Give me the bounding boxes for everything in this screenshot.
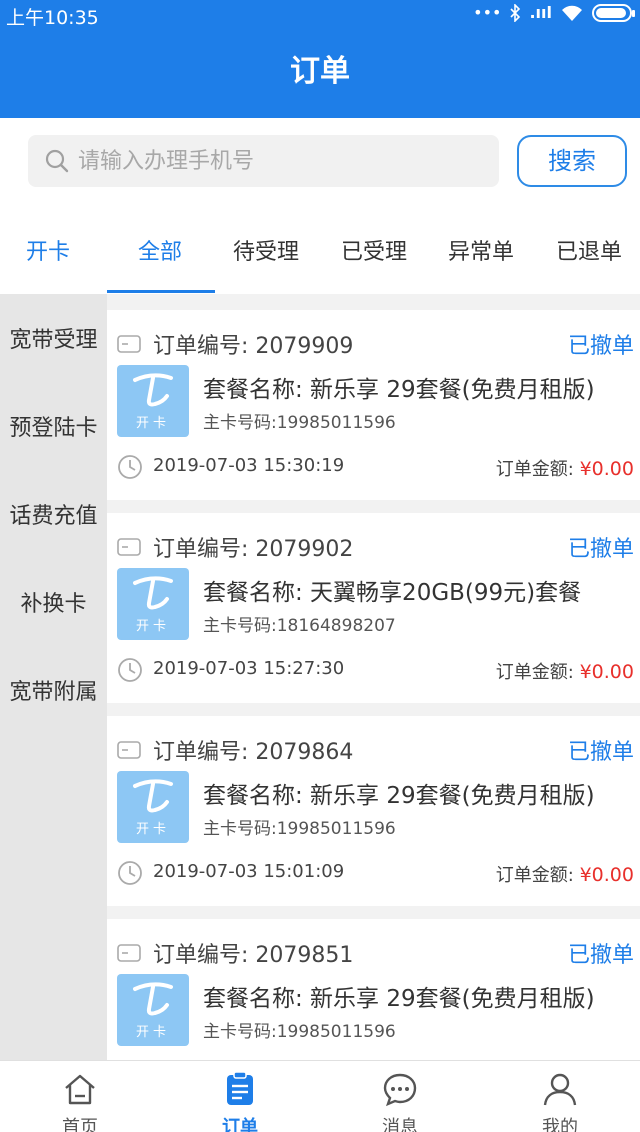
tab-pending[interactable]: 待受理 xyxy=(233,234,299,266)
clock-icon xyxy=(118,861,142,885)
tab-refunded[interactable]: 已退单 xyxy=(556,234,622,266)
signal-icon: .ııl xyxy=(529,3,552,22)
sidebar-item-prelogin-card[interactable]: 预登陆卡 xyxy=(0,410,107,442)
telecom-logo: 开卡 xyxy=(117,365,189,437)
amount-value: ¥0.00 xyxy=(579,661,634,683)
order-number: 订单编号: 2079909 xyxy=(153,334,354,359)
phone-number: 主卡号码:19985011596 xyxy=(203,413,396,433)
tab-all[interactable]: 全部 xyxy=(138,234,182,266)
order-doc-icon xyxy=(117,335,141,353)
sidebar-item-broadband-addon[interactable]: 宽带附属 xyxy=(0,674,107,706)
order-list[interactable]: 订单编号: 2079909 已撤单 开卡 套餐名称: 新乐享 29套餐(免费月租… xyxy=(107,294,640,1060)
order-card[interactable]: 订单编号: 2079902 已撤单 开卡 套餐名称: 天翼畅享20GB(99元)… xyxy=(107,513,640,703)
clock-icon xyxy=(118,455,142,479)
amount-value: ¥0.00 xyxy=(579,458,634,480)
sidebar-item-broadband[interactable]: 宽带受理 xyxy=(0,322,107,354)
order-amount: 订单金额: ¥0.00 xyxy=(496,861,634,887)
nav-messages[interactable]: 消息 xyxy=(320,1061,480,1132)
search-row: 搜索 xyxy=(0,118,640,210)
package-name: 套餐名称: 新乐享 29套餐(免费月租版) xyxy=(203,783,595,809)
logo-label: 开卡 xyxy=(135,822,170,837)
order-status: 已撤单 xyxy=(567,334,634,359)
telecom-logo-icon xyxy=(133,982,173,1016)
nav-profile[interactable]: 我的 xyxy=(480,1061,640,1132)
package-name: 套餐名称: 天翼畅享20GB(99元)套餐 xyxy=(203,580,582,606)
order-datetime: 2019-07-03 15:01:09 xyxy=(153,861,345,882)
package-name: 套餐名称: 新乐享 29套餐(免费月租版) xyxy=(203,986,595,1012)
battery-icon xyxy=(592,3,635,22)
amount-label: 订单金额: xyxy=(495,662,580,683)
nav-home-label: 首页 xyxy=(62,1117,98,1132)
search-box[interactable] xyxy=(28,135,499,187)
status-bar: 上午10:35 ••• .ııl xyxy=(0,0,640,30)
order-datetime: 2019-07-03 15:27:30 xyxy=(153,658,345,679)
order-icon xyxy=(227,1071,253,1105)
search-icon xyxy=(45,149,69,173)
search-button[interactable]: 搜索 xyxy=(517,135,627,187)
nav-profile-label: 我的 xyxy=(542,1117,578,1132)
phone-number: 主卡号码:18164898207 xyxy=(203,616,396,636)
clock-icon xyxy=(118,658,142,682)
order-doc-icon xyxy=(117,944,141,962)
telecom-logo-icon xyxy=(133,373,173,407)
tab-accepted[interactable]: 已受理 xyxy=(341,234,407,266)
order-number: 订单编号: 2079864 xyxy=(153,740,354,765)
telecom-logo: 开卡 xyxy=(117,568,189,640)
package-name: 套餐名称: 新乐享 29套餐(免费月租版) xyxy=(203,377,595,403)
logo-label: 开卡 xyxy=(135,619,170,634)
order-amount: 订单金额: ¥0.00 xyxy=(496,658,634,684)
order-status: 已撤单 xyxy=(567,943,634,968)
message-icon xyxy=(383,1073,417,1107)
nav-orders[interactable]: 订单 xyxy=(160,1061,320,1132)
amount-value: ¥0.00 xyxy=(579,864,634,886)
nav-orders-label: 订单 xyxy=(222,1117,258,1132)
sidebar-item-replace-card[interactable]: 补换卡 xyxy=(0,586,107,618)
bluetooth-icon xyxy=(510,3,521,22)
telecom-logo-icon xyxy=(133,779,173,813)
tab-bar: 开卡 全部 待受理 已受理 异常单 已退单 xyxy=(0,210,640,294)
search-input[interactable] xyxy=(78,135,488,187)
order-number: 订单编号: 2079902 xyxy=(153,537,354,562)
order-status: 已撤单 xyxy=(567,740,634,765)
phone-number: 主卡号码:19985011596 xyxy=(203,819,396,839)
nav-home[interactable]: 首页 xyxy=(0,1061,160,1132)
telecom-logo: 开卡 xyxy=(117,974,189,1046)
more-dots-icon: ••• xyxy=(473,3,502,22)
order-amount: 订单金额: ¥0.00 xyxy=(496,455,634,481)
status-icons: ••• .ııl xyxy=(473,3,635,22)
sidebar-item-recharge[interactable]: 话费充值 xyxy=(0,498,107,530)
amount-label: 订单金额: xyxy=(495,459,580,480)
phone-number: 主卡号码:19985011596 xyxy=(203,1022,396,1042)
category-sidebar: 宽带受理 预登陆卡 话费充值 补换卡 宽带附属 xyxy=(0,294,107,1060)
order-card[interactable]: 订单编号: 2079864 已撤单 开卡 套餐名称: 新乐享 29套餐(免费月租… xyxy=(107,716,640,906)
order-status: 已撤单 xyxy=(567,537,634,562)
nav-messages-label: 消息 xyxy=(382,1117,418,1132)
profile-icon xyxy=(543,1073,577,1106)
amount-label: 订单金额: xyxy=(495,865,580,886)
page-title: 订单 xyxy=(0,30,640,118)
order-number: 订单编号: 2079851 xyxy=(153,943,354,968)
status-time: 上午10:35 xyxy=(6,7,99,29)
tab-active-indicator xyxy=(107,290,215,293)
order-datetime: 2019-07-03 15:30:19 xyxy=(153,455,345,476)
category-tab-open-card[interactable]: 开卡 xyxy=(26,234,70,266)
logo-label: 开卡 xyxy=(135,1025,170,1040)
tab-abnormal[interactable]: 异常单 xyxy=(448,234,514,266)
order-card[interactable]: 订单编号: 2079909 已撤单 开卡 套餐名称: 新乐享 29套餐(免费月租… xyxy=(107,310,640,500)
logo-label: 开卡 xyxy=(135,416,170,431)
telecom-logo: 开卡 xyxy=(117,771,189,843)
telecom-logo-icon xyxy=(133,576,173,610)
home-icon xyxy=(65,1074,95,1105)
wifi-icon xyxy=(562,5,582,21)
order-doc-icon xyxy=(117,538,141,556)
order-doc-icon xyxy=(117,741,141,759)
bottom-nav: 首页 订单 消息 我的 xyxy=(0,1060,640,1132)
order-card[interactable]: 订单编号: 2079851 已撤单 开卡 套餐名称: 新乐享 29套餐(免费月租… xyxy=(107,919,640,1060)
